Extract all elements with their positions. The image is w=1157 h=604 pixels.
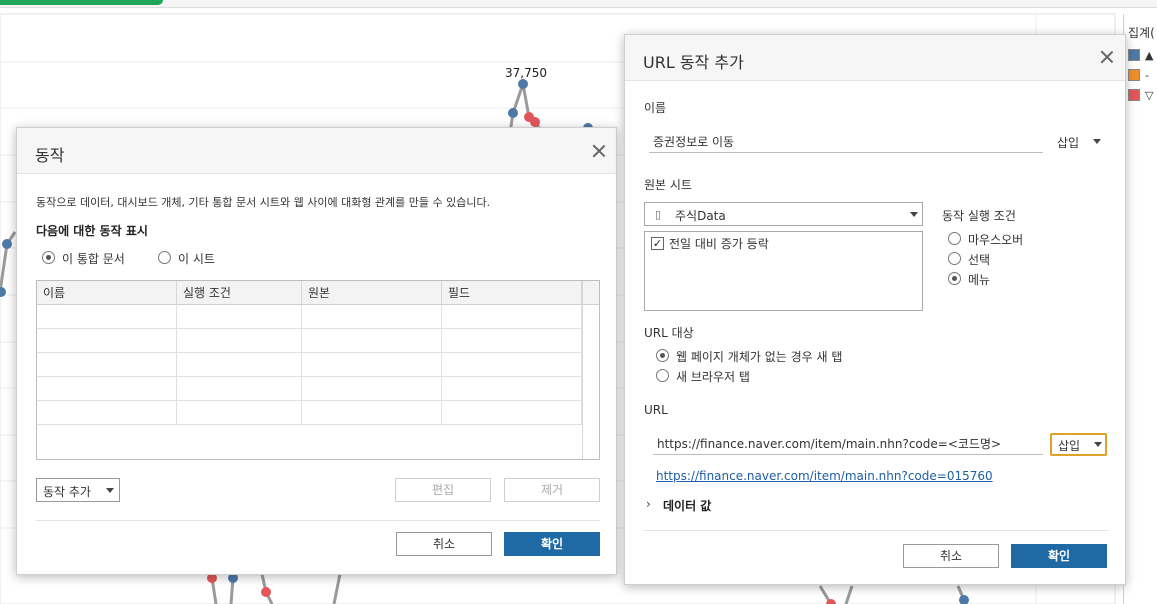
run-on-menu-radio[interactable] [948, 272, 961, 285]
peak-data-label: 37,750 [505, 66, 547, 80]
url-label: URL [644, 403, 668, 417]
data-values-toggle[interactable]: 데이터 값 [663, 497, 711, 514]
source-datasource-value: 주식Data [675, 209, 726, 223]
remove-button[interactable]: 제거 [504, 478, 600, 502]
url-input[interactable]: https://finance.naver.com/item/main.nhn?… [653, 433, 1043, 455]
table-row[interactable] [37, 401, 582, 425]
source-datasource-dropdown[interactable]: ▯ 주식Data [644, 202, 923, 226]
database-icon: ▯ [655, 208, 662, 221]
actions-table: 이름 실행 조건 원본 필드 [36, 280, 600, 460]
column-header-run-on[interactable]: 실행 조건 [177, 281, 302, 305]
data-point [530, 117, 540, 127]
data-point [261, 587, 271, 597]
add-action-label: 동작 추가 [43, 485, 91, 499]
run-on-hover-radio[interactable] [948, 232, 961, 245]
legend-symbol: - [1145, 68, 1149, 82]
name-insert-dropdown[interactable]: 삽입 [1057, 134, 1107, 152]
target-new-tab-if-none-label[interactable]: 웹 페이지 개체가 없는 경우 새 탭 [676, 348, 842, 365]
insert-label: 삽입 [1057, 136, 1080, 150]
sheet-list: ✓ 전일 대비 증가 등락 [644, 231, 923, 311]
cancel-button[interactable]: 취소 [396, 532, 492, 556]
chevron-down-icon [1094, 442, 1102, 447]
url-insert-dropdown[interactable]: 삽입 [1050, 433, 1107, 456]
table-row[interactable] [37, 377, 582, 401]
scope-workbook-label[interactable]: 이 통합 문서 [62, 250, 125, 267]
actions-dialog-titlebar: 동작 [17, 128, 616, 174]
legend-item[interactable]: - [1128, 68, 1149, 82]
close-icon[interactable] [1099, 49, 1115, 65]
run-on-menu-label[interactable]: 메뉴 [968, 271, 990, 288]
legend-item[interactable]: ▽ [1128, 88, 1153, 102]
table-scrollbar-divider [582, 281, 583, 459]
legend-item[interactable]: ▲ [1128, 48, 1153, 62]
table-row[interactable] [37, 353, 582, 377]
data-point [508, 108, 518, 118]
show-actions-for-label: 다음에 대한 동작 표시 [36, 224, 148, 238]
source-sheet-label: 원본 시트 [644, 178, 692, 192]
column-header-source[interactable]: 원본 [302, 281, 442, 305]
target-new-tab-if-none-radio[interactable] [656, 349, 669, 362]
sheet-checkbox[interactable]: ✓ [651, 237, 664, 250]
column-header-field[interactable]: 필드 [442, 281, 582, 305]
column-header-name[interactable]: 이름 [37, 281, 177, 305]
url-preview-link[interactable]: https://finance.naver.com/item/main.nhn?… [656, 469, 993, 483]
chevron-right-icon[interactable]: › [646, 497, 651, 511]
add-url-action-dialog: URL 동작 추가 이름 증권정보로 이동 삽입 원본 시트 ▯ 주식Data … [624, 34, 1126, 585]
legend-swatch [1128, 49, 1140, 61]
url-dialog-title: URL 동작 추가 [643, 53, 744, 72]
url-dialog-titlebar: URL 동작 추가 [625, 35, 1125, 81]
divider [36, 520, 600, 521]
actions-description: 동작으로 데이터, 대시보드 개체, 기타 통합 문서 시트와 웹 사이에 대화… [36, 196, 491, 209]
table-row[interactable] [37, 305, 582, 329]
legend-panel: 집계( ▲ - ▽ [1123, 14, 1157, 604]
cancel-button[interactable]: 취소 [903, 544, 999, 568]
run-on-select-radio[interactable] [948, 252, 961, 265]
actions-table-header: 이름 실행 조건 원본 필드 [37, 281, 599, 305]
actions-dialog-title: 동작 [35, 146, 65, 165]
url-insert-label: 삽입 [1058, 439, 1081, 453]
scope-sheet-label[interactable]: 이 시트 [178, 250, 215, 267]
legend-title: 집계( [1128, 26, 1155, 40]
name-label: 이름 [644, 101, 667, 115]
table-row[interactable] [37, 329, 582, 353]
chevron-down-icon [910, 212, 918, 217]
sheet-item-label[interactable]: 전일 대비 증가 등락 [669, 235, 769, 252]
edit-button[interactable]: 편집 [395, 478, 491, 502]
target-new-browser-tab-label[interactable]: 새 브라우저 탭 [676, 368, 750, 385]
scope-sheet-radio[interactable] [158, 251, 171, 264]
ok-button[interactable]: 확인 [1011, 544, 1107, 568]
run-on-hover-label[interactable]: 마우스오버 [968, 231, 1023, 248]
legend-symbol: ▽ [1145, 88, 1154, 102]
actions-dialog: 동작 동작으로 데이터, 대시보드 개체, 기타 통합 문서 시트와 웹 사이에… [16, 127, 617, 575]
data-point [518, 79, 528, 89]
scope-workbook-radio[interactable] [42, 251, 55, 264]
url-target-label: URL 대상 [644, 326, 694, 340]
close-icon[interactable] [591, 143, 607, 159]
divider [644, 530, 1108, 531]
run-on-label: 동작 실행 조건 [942, 209, 1016, 223]
action-name-input[interactable]: 증권정보로 이동 [649, 131, 1043, 153]
chevron-down-icon [106, 488, 114, 493]
target-new-browser-tab-radio[interactable] [656, 369, 669, 382]
legend-symbol: ▲ [1145, 48, 1154, 62]
ok-button[interactable]: 확인 [504, 532, 600, 556]
legend-swatch [1128, 69, 1140, 81]
data-point [2, 239, 12, 249]
add-action-dropdown[interactable]: 동작 추가 [36, 478, 120, 502]
run-on-select-label[interactable]: 선택 [968, 251, 990, 268]
legend-swatch [1128, 89, 1140, 101]
chevron-down-icon [1093, 139, 1101, 144]
